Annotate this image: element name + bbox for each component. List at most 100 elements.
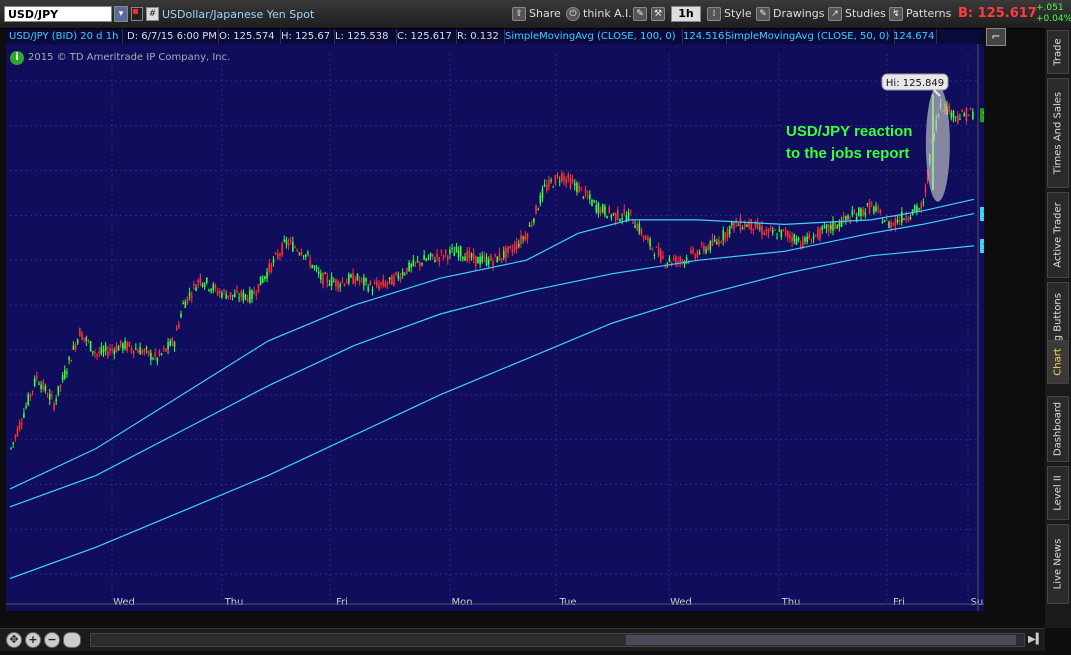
candle-body xyxy=(922,202,925,204)
candle-body xyxy=(31,390,34,392)
candle-body xyxy=(145,347,148,349)
candle-body xyxy=(242,292,245,301)
candle-body xyxy=(870,203,873,205)
candle-body xyxy=(967,115,970,117)
candle-body xyxy=(636,224,638,230)
think-ai-button[interactable]: ⏻ think A.I. xyxy=(566,5,632,23)
candle-body xyxy=(660,250,662,262)
header-datetime: D: 6/7/15 6:00 PM xyxy=(124,29,219,44)
candle-body xyxy=(554,175,557,185)
candle-body xyxy=(195,287,197,291)
candle-body xyxy=(726,230,729,237)
tab-active-trader[interactable]: Active Trader xyxy=(1047,192,1069,278)
candle-body xyxy=(662,256,664,258)
symbol-input[interactable]: USD/JPY xyxy=(4,6,112,22)
candle-body xyxy=(696,251,699,258)
header-sma50-value: 124.674 xyxy=(890,29,937,44)
candle-body xyxy=(786,230,789,238)
candle-body xyxy=(481,255,484,263)
candle-body xyxy=(862,209,864,217)
pan-icon[interactable]: ✥ xyxy=(6,632,22,648)
patterns-button[interactable]: ↯ Patterns xyxy=(889,5,951,23)
candle-body xyxy=(283,239,286,242)
candle-body xyxy=(285,239,288,245)
candle-body xyxy=(468,250,471,259)
candle-body xyxy=(126,342,128,351)
info-icon[interactable]: i xyxy=(10,51,24,65)
candle-body xyxy=(866,203,869,205)
price-chart[interactable]: 126125.5125124.5124123.5123122.5122121.5… xyxy=(6,44,984,611)
candle-body xyxy=(808,234,811,240)
candle-body xyxy=(373,283,376,285)
style-button[interactable]: ⁞ Style xyxy=(707,5,752,23)
link-color-icon[interactable] xyxy=(131,7,143,21)
header-range: R: 0.132 xyxy=(454,29,505,44)
tab-trade[interactable]: Trade xyxy=(1047,30,1069,74)
candle-body xyxy=(640,229,643,235)
symbol-dropdown-icon[interactable]: ▾ xyxy=(114,6,128,22)
studies-button[interactable]: ↗ Studies xyxy=(828,5,886,23)
symbol-grid-icon[interactable]: # xyxy=(146,7,159,21)
drawings-button[interactable]: ✎ Drawings xyxy=(756,5,824,23)
candle-body xyxy=(350,274,352,278)
candle-body xyxy=(96,354,98,356)
candle-body xyxy=(100,347,103,354)
candle-body xyxy=(135,348,137,350)
tab-level-ii[interactable]: Level II xyxy=(1047,466,1069,520)
tab-live-news[interactable]: Live News xyxy=(1047,524,1069,604)
scroll-thumb[interactable] xyxy=(626,635,1016,645)
candle-body xyxy=(556,175,559,177)
candle-body xyxy=(51,394,53,396)
zoom-in-icon[interactable]: + xyxy=(25,632,41,648)
reset-zoom-icon[interactable] xyxy=(63,632,81,648)
candle-body xyxy=(653,254,656,256)
header-high: H: 125.67 xyxy=(278,29,335,44)
change-percent: +0.04% xyxy=(1036,14,1071,24)
x-tick-label: Tue xyxy=(558,597,576,608)
candle-body xyxy=(193,283,195,286)
candle-body xyxy=(59,384,62,387)
tab-chart[interactable]: Chart xyxy=(1047,340,1069,384)
candle-body xyxy=(81,333,83,340)
candle-body xyxy=(485,257,488,266)
zoom-out-icon[interactable]: − xyxy=(44,632,60,648)
candle-body xyxy=(169,340,172,347)
wrench-button[interactable]: ⚒ xyxy=(651,5,668,23)
candle-body xyxy=(610,215,613,218)
candle-body xyxy=(416,260,419,262)
header-symbol: USD/JPY (BID) 20 d 1h xyxy=(6,29,123,44)
scroll-end-icon[interactable]: ▶▍ xyxy=(1028,634,1043,645)
candle-body xyxy=(14,435,17,438)
candle-body xyxy=(210,288,212,292)
candle-body xyxy=(864,212,867,216)
highlight-ellipse xyxy=(925,85,950,202)
candle-body xyxy=(188,292,191,296)
candle-body xyxy=(236,290,238,293)
pin-button[interactable]: ✎ xyxy=(633,5,650,23)
candle-body xyxy=(68,357,70,360)
tab-times-and-sales[interactable]: Times And Sales xyxy=(1047,78,1069,188)
candle-body xyxy=(705,248,707,253)
candle-body xyxy=(76,339,79,344)
candle-body xyxy=(345,281,348,284)
candle-body xyxy=(741,227,744,229)
candle-body xyxy=(763,232,765,235)
candle-body xyxy=(74,343,77,350)
share-button[interactable]: ⇪ Share xyxy=(512,5,561,23)
candle-body xyxy=(16,428,19,436)
candle-body xyxy=(479,256,481,265)
tab-dashboard[interactable]: Dashboard xyxy=(1047,396,1069,462)
candle-body xyxy=(343,283,346,286)
candle-body xyxy=(42,381,45,390)
candle-body xyxy=(739,218,742,231)
candle-body xyxy=(842,215,845,220)
candle-body xyxy=(655,246,658,248)
time-scrollbar[interactable] xyxy=(90,633,1025,647)
candle-body xyxy=(518,243,520,247)
candle-body xyxy=(924,187,927,193)
timeframe-button[interactable]: 1h xyxy=(671,6,701,22)
chart-settings-icon[interactable]: ⌐ xyxy=(986,28,1006,46)
candle-body xyxy=(223,289,225,291)
candle-body xyxy=(57,386,60,395)
power-icon: ⏻ xyxy=(566,7,580,21)
